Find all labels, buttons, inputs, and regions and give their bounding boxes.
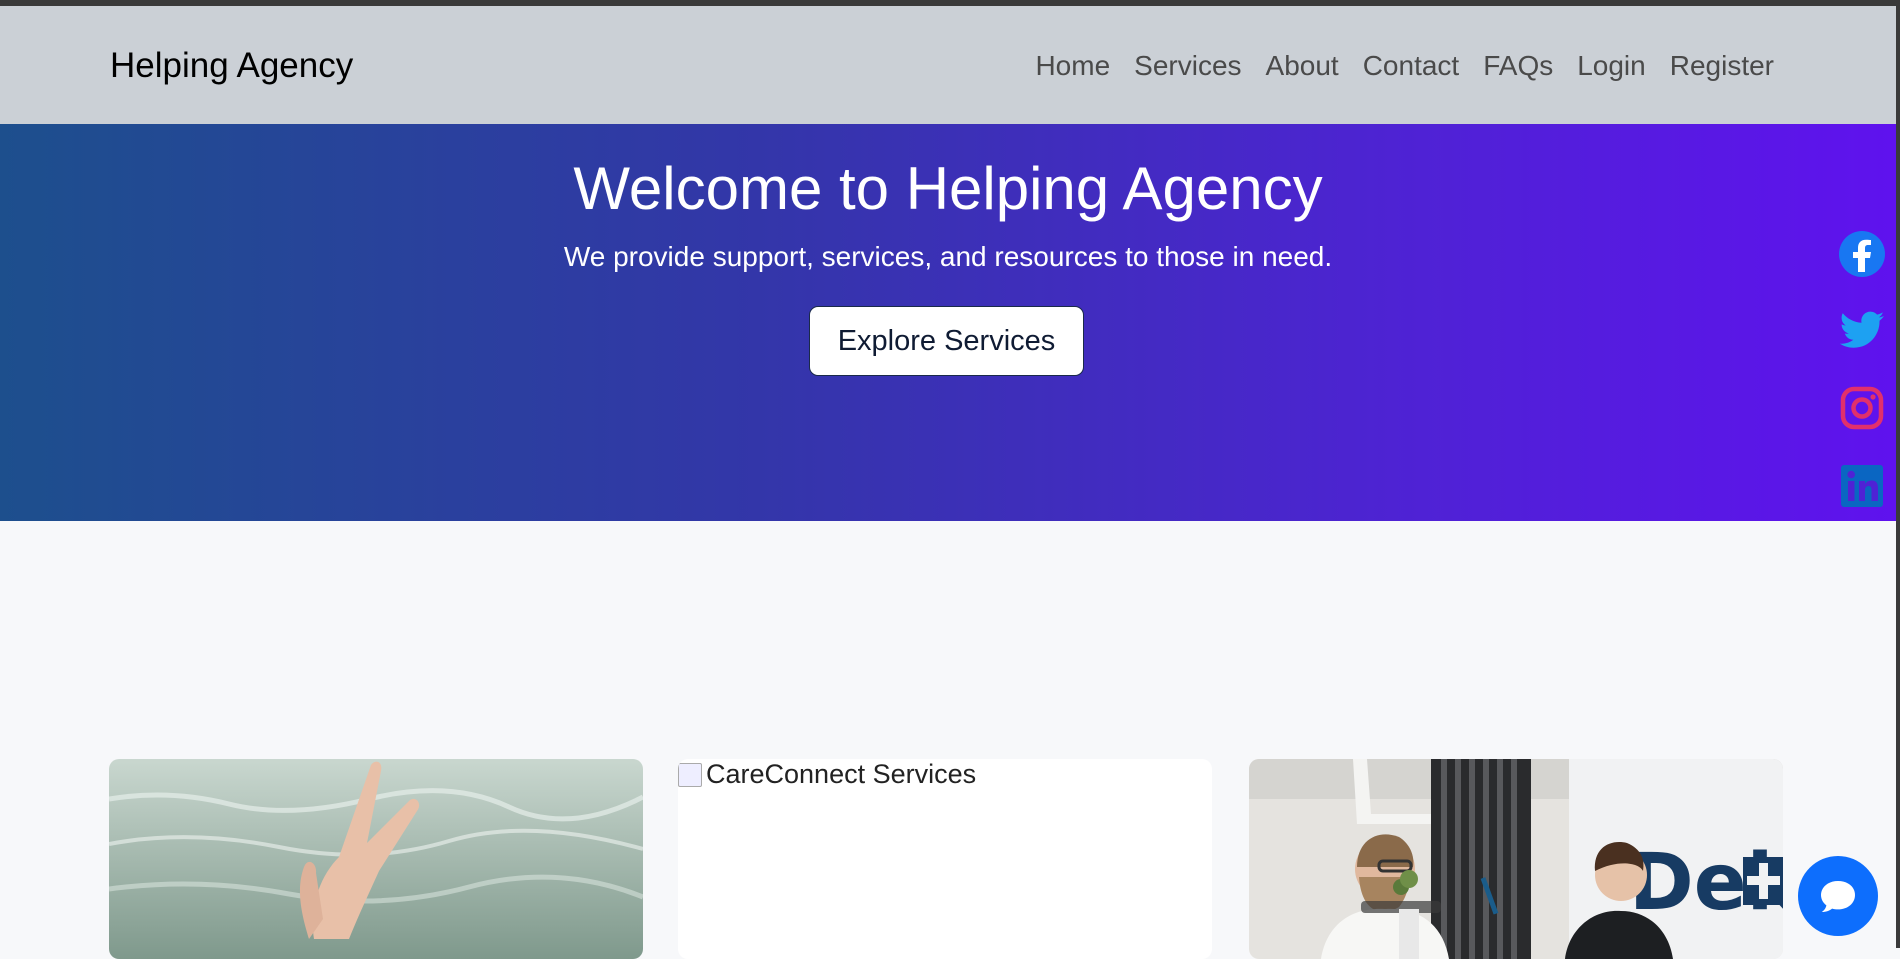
- nav-faqs[interactable]: FAQs: [1483, 50, 1553, 82]
- nav-contact[interactable]: Contact: [1363, 50, 1460, 82]
- twitter-icon[interactable]: [1838, 306, 1886, 354]
- explore-services-button[interactable]: Explore Services: [809, 306, 1084, 376]
- nav-home[interactable]: Home: [1035, 50, 1110, 82]
- nav-services[interactable]: Services: [1134, 50, 1241, 82]
- nav-about[interactable]: About: [1266, 50, 1339, 82]
- careconnect-image-alt: CareConnect Services: [706, 759, 977, 789]
- chat-button[interactable]: [1798, 856, 1878, 936]
- service-card-1[interactable]: [109, 759, 643, 959]
- hand-in-water-photo: [109, 759, 643, 959]
- hero-title: Welcome to Helping Agency: [573, 155, 1323, 222]
- broken-image-icon: [678, 762, 702, 787]
- facebook-icon[interactable]: [1838, 230, 1886, 278]
- instagram-icon[interactable]: [1838, 384, 1886, 432]
- nav-links: Home Services About Contact FAQs Login R…: [1011, 50, 1774, 82]
- brand-logo[interactable]: Helping Agency: [110, 46, 353, 86]
- navbar: Helping Agency Home Services About Conta…: [0, 6, 1896, 124]
- window-scrollbar-edge: [1896, 0, 1900, 948]
- careconnect-broken-image: CareConnect Services: [678, 759, 976, 790]
- service-card-3[interactable]: Dek: [1249, 759, 1783, 959]
- office-meeting-photo: Dek: [1249, 759, 1783, 959]
- nav-login[interactable]: Login: [1577, 50, 1646, 82]
- hero-banner: Welcome to Helping Agency We provide sup…: [0, 124, 1896, 521]
- linkedin-icon[interactable]: [1838, 462, 1886, 510]
- service-card-2[interactable]: CareConnect Services: [678, 759, 1212, 959]
- chat-bubble-icon: [1821, 881, 1855, 912]
- nav-register[interactable]: Register: [1670, 50, 1774, 82]
- hero-subtitle: We provide support, services, and resour…: [563, 241, 1333, 272]
